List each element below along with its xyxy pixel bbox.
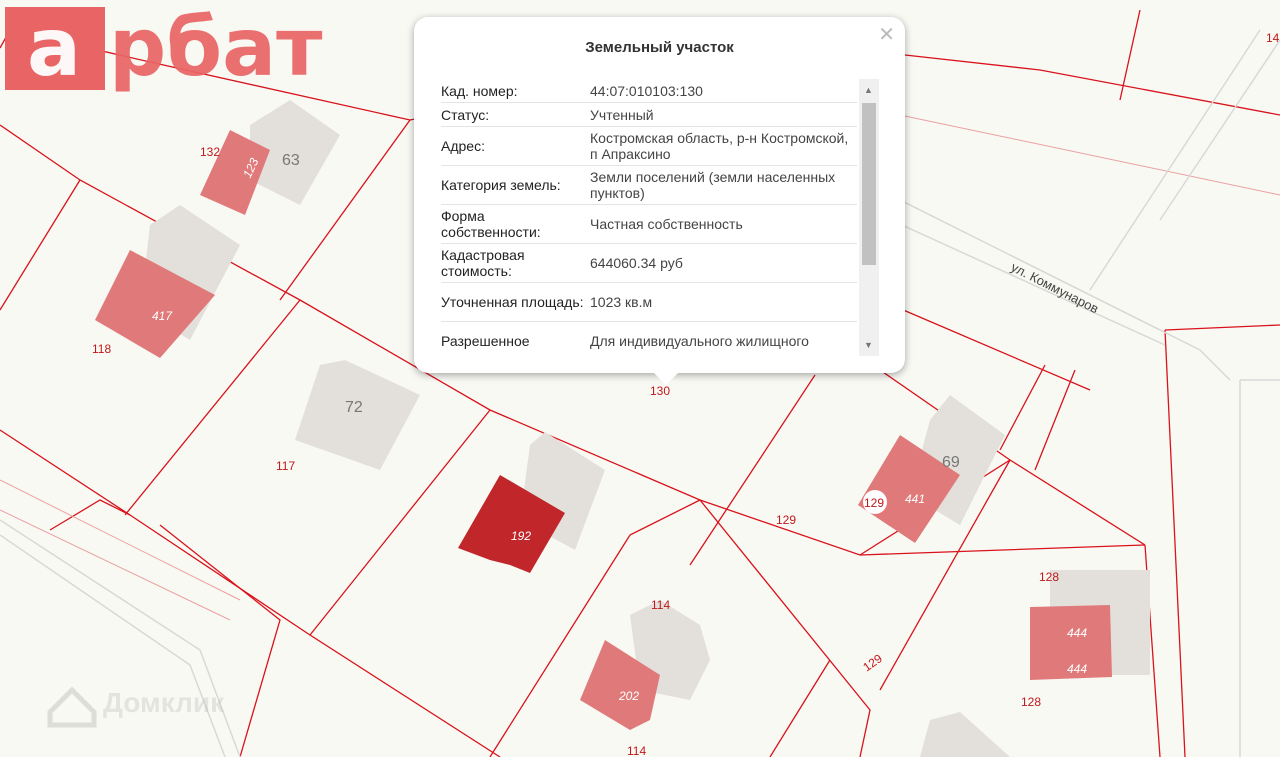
row-key: Категория земель: <box>441 177 561 193</box>
row-value: Для индивидуального жилищного <box>590 333 809 349</box>
scrollbar-thumb[interactable] <box>862 103 876 265</box>
parcel-info-table: Кад. номер: 44:07:010103:130 Статус: Учтен… <box>441 79 857 356</box>
svg-text:а: а <box>27 5 81 94</box>
svg-text:Домклик: Домклик <box>103 687 225 718</box>
parcel-label: 129 <box>860 651 885 674</box>
table-row: Статус: Учтенный <box>441 103 857 127</box>
svg-text:рбат: рбат <box>109 5 323 94</box>
table-row: Уточненная площадь: 1023 кв.м <box>441 283 857 322</box>
row-key: Адрес: <box>441 138 485 154</box>
building-label: 202 <box>618 689 639 703</box>
row-key: Статус: <box>441 106 490 123</box>
parcel-label: 128 <box>1021 695 1041 709</box>
row-value: 1023 кв.м <box>590 294 653 310</box>
row-value: 644060.34 руб <box>590 255 683 271</box>
row-value: Учтенный <box>590 106 654 123</box>
row-key: Уточненная площадь: <box>441 294 584 310</box>
row-key: Кадастровая стоимость: <box>441 247 525 279</box>
row-key: Кад. номер: <box>441 82 518 99</box>
row-value: Земли поселений (земли населенных пункто… <box>590 169 836 201</box>
parcel-label: 114 <box>627 744 646 757</box>
parcel-label: 118 <box>92 342 111 356</box>
table-row: Категория земель: Земли поселений (земли … <box>441 166 857 205</box>
parcel-label: 128 <box>1039 570 1059 584</box>
table-row: Разрешенное Для индивидуального жилищного <box>441 322 857 356</box>
domclick-watermark: Домклик <box>47 686 225 728</box>
house-logo-icon <box>47 686 97 728</box>
popup-scrollbar[interactable]: ▲ ▼ <box>859 79 879 356</box>
house-number: 63 <box>282 152 300 169</box>
popup-title: Земельный участок <box>585 39 734 56</box>
building-label: 192 <box>511 529 531 543</box>
parcel-label: 114 <box>651 598 670 612</box>
table-row: Кадастровая стоимость: 644060.34 руб <box>441 244 857 283</box>
row-value: 44:07:010103:130 <box>590 82 703 99</box>
building-label: 444 <box>1067 626 1087 640</box>
row-key: Форма собственности: <box>441 208 541 240</box>
scroll-up-arrow-icon[interactable]: ▲ <box>864 85 873 95</box>
table-row: Кад. номер: 44:07:010103:130 <box>441 79 857 103</box>
parcel-label: 132 <box>200 145 220 159</box>
building-label: 417 <box>152 309 173 323</box>
house-number: 69 <box>942 454 960 471</box>
row-value: Частная собственность <box>590 216 743 232</box>
house-number: 72 <box>345 399 363 416</box>
parcel-label: 14 <box>1266 31 1280 45</box>
table-row: Адрес: Костромская область, р-н Костромск… <box>441 127 857 166</box>
table-row: Форма собственности: Частная собственност… <box>441 205 857 244</box>
row-key: Разрешенное <box>441 333 530 349</box>
parcel-label: 117 <box>276 459 295 473</box>
parcel-label: 130 <box>650 384 670 398</box>
parcel-info-popup: ✕ Земельный участок Кад. номер: 44:07:010… <box>414 17 905 385</box>
row-value: Костромская область, р-н Костромской, п … <box>590 130 849 162</box>
scroll-down-arrow-icon[interactable]: ▼ <box>864 340 873 350</box>
street-label: ул. Коммунаров <box>1009 259 1102 316</box>
parcel-label: 129 <box>864 496 884 510</box>
arbat-logo: а рбат <box>5 5 323 94</box>
building-label: 444 <box>1067 662 1087 676</box>
building-label: 441 <box>905 492 925 506</box>
parcel-label: 129 <box>776 513 796 527</box>
